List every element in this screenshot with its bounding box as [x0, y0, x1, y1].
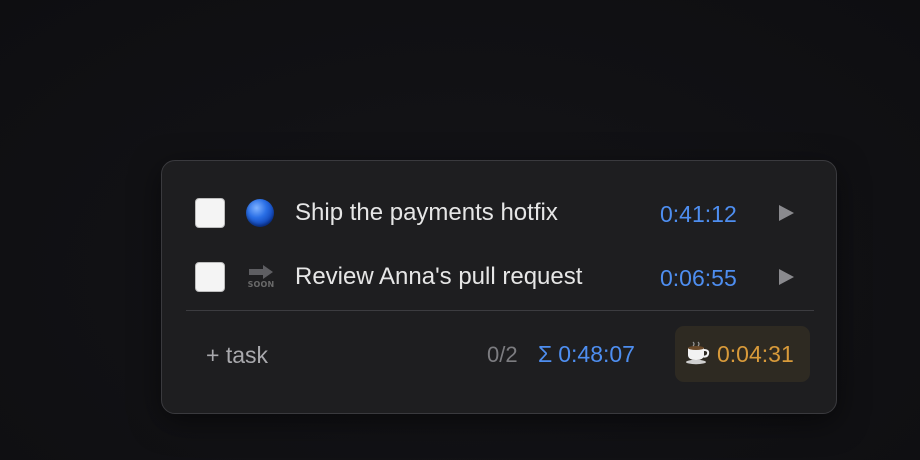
task-elapsed-time: 0:06:55 [660, 265, 737, 291]
desktop-background: Ship the payments hotfix 0:41:12 SOON Re… [0, 0, 920, 460]
task-row: Ship the payments hotfix 0:41:12 [162, 189, 838, 237]
task-title[interactable]: Ship the payments hotfix [295, 200, 558, 226]
total-time-value: 0:48:07 [558, 341, 635, 367]
soon-arrow-icon: SOON [245, 263, 277, 293]
add-task-button[interactable]: + task [206, 342, 268, 368]
task-checkbox[interactable] [195, 198, 225, 228]
coffee-cup-icon [686, 341, 710, 365]
break-time-value: 0:04:31 [717, 341, 794, 367]
task-title[interactable]: Review Anna's pull request [295, 264, 582, 290]
total-time: Σ 0:48:07 [538, 341, 635, 367]
blue-circle-icon [246, 199, 274, 227]
play-icon[interactable] [776, 267, 796, 287]
play-icon[interactable] [776, 203, 796, 223]
completed-count: 0/2 [487, 342, 518, 367]
task-row: SOON Review Anna's pull request 0:06:55 [162, 253, 838, 301]
break-timer-button[interactable]: 0:04:31 [675, 326, 810, 382]
panel-footer: + task 0/2 Σ 0:48:07 0:04:31 [162, 326, 838, 382]
divider [186, 310, 814, 311]
task-timer-panel: Ship the payments hotfix 0:41:12 SOON Re… [161, 160, 837, 414]
sigma-icon: Σ [538, 341, 553, 367]
soon-icon-label: SOON [247, 280, 275, 289]
task-checkbox[interactable] [195, 262, 225, 292]
task-elapsed-time: 0:41:12 [660, 201, 737, 227]
